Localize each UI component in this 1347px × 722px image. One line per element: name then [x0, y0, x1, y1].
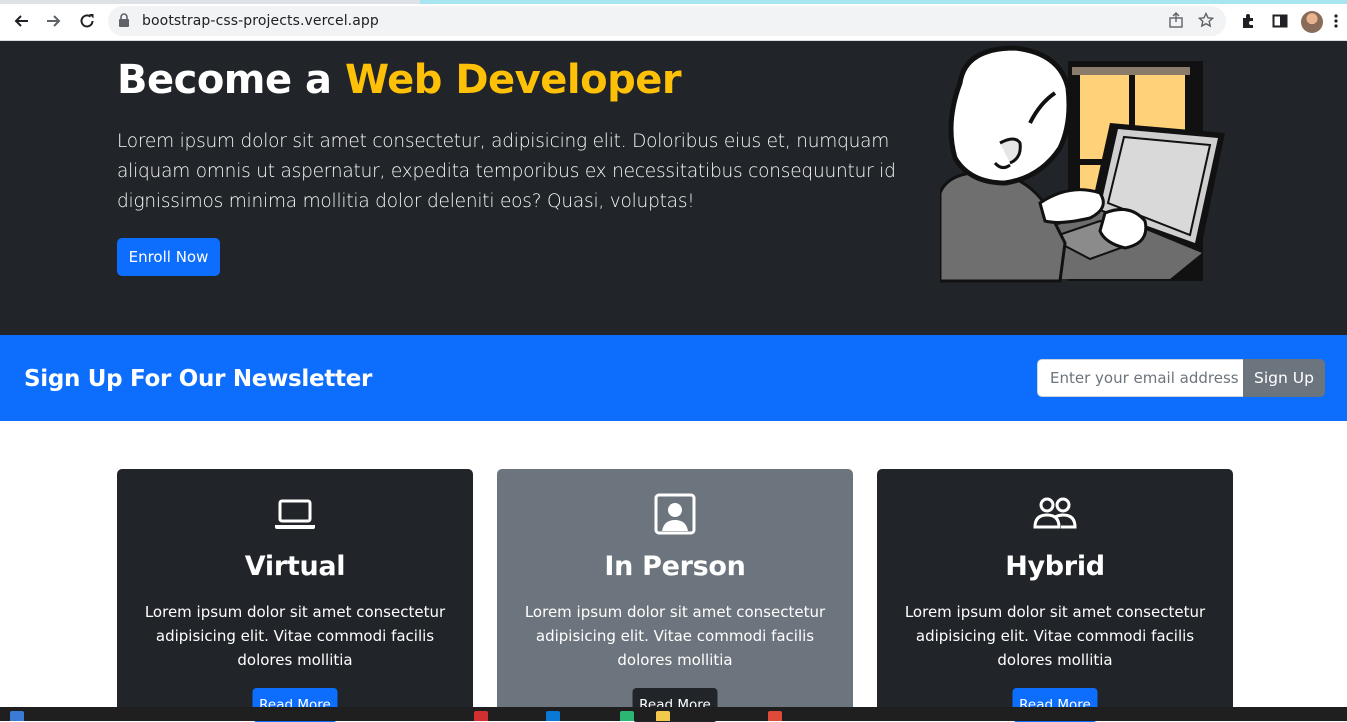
avatar[interactable] — [1301, 11, 1323, 33]
address-bar[interactable]: bootstrap-css-projects.vercel.app — [108, 6, 1226, 36]
card-virtual: Virtual Lorem ipsum dolor sit amet conse… — [117, 469, 473, 722]
reload-button[interactable] — [73, 7, 101, 35]
taskbar-app-icon[interactable] — [474, 711, 488, 721]
side-panel-button[interactable] — [1266, 7, 1294, 35]
laptop-icon — [275, 499, 315, 529]
browser-toolbar: bootstrap-css-projects.vercel.app — [0, 4, 1347, 41]
card-text: Lorem ipsum dolor sit amet consectetur a… — [524, 603, 826, 669]
hero-title-plain: Become a — [117, 57, 345, 103]
menu-icon — [1334, 14, 1338, 28]
back-icon — [14, 15, 28, 27]
start-icon[interactable] — [10, 711, 24, 721]
newsletter-section: Sign Up For Our Newsletter Sign Up — [0, 335, 1347, 421]
extensions-icon — [1243, 14, 1253, 28]
hero-section: Become a Web Developer Lorem ipsum dolor… — [0, 41, 1347, 335]
email-input[interactable] — [1037, 359, 1244, 397]
sign-up-button[interactable]: Sign Up — [1243, 359, 1325, 397]
card-title: Hybrid — [1005, 551, 1105, 582]
extensions-button[interactable] — [1234, 7, 1262, 35]
menu-button[interactable] — [1326, 7, 1346, 35]
url-text: bootstrap-css-projects.vercel.app — [142, 13, 379, 29]
person-badge-icon — [654, 493, 696, 535]
taskbar-app-icon[interactable] — [546, 711, 560, 721]
card-text: Lorem ipsum dolor sit amet consectetur a… — [904, 603, 1206, 669]
star-icon[interactable] — [1198, 12, 1214, 28]
share-icon[interactable] — [1168, 12, 1184, 28]
taskbar-app-icon[interactable] — [768, 711, 782, 721]
newsletter-heading: Sign Up For Our Newsletter — [24, 366, 373, 392]
back-button[interactable] — [7, 7, 35, 35]
card-title: In Person — [604, 551, 746, 582]
os-taskbar — [0, 707, 1347, 721]
enroll-now-button[interactable]: Enroll Now — [117, 238, 220, 276]
hero-lead: Lorem ipsum dolor sit amet consectetur, … — [117, 131, 896, 212]
taskbar-app-icon[interactable] — [656, 711, 670, 721]
hero-title-accent: Web Developer — [344, 57, 682, 103]
card-text: Lorem ipsum dolor sit amet consectetur a… — [144, 603, 446, 669]
side-panel-icon — [1272, 14, 1288, 28]
hero-illustration — [940, 45, 1225, 283]
hero-title: Become a Web Developer — [117, 57, 682, 103]
lock-icon — [119, 13, 129, 27]
people-icon — [1033, 497, 1077, 529]
card-title: Virtual — [244, 551, 346, 582]
taskbar-app-icon[interactable] — [620, 711, 634, 721]
card-in-person: In Person Lorem ipsum dolor sit amet con… — [497, 469, 853, 722]
forward-button[interactable] — [40, 7, 68, 35]
reload-icon — [80, 14, 94, 28]
card-hybrid: Hybrid Lorem ipsum dolor sit amet consec… — [877, 469, 1233, 722]
forward-icon — [47, 15, 61, 27]
